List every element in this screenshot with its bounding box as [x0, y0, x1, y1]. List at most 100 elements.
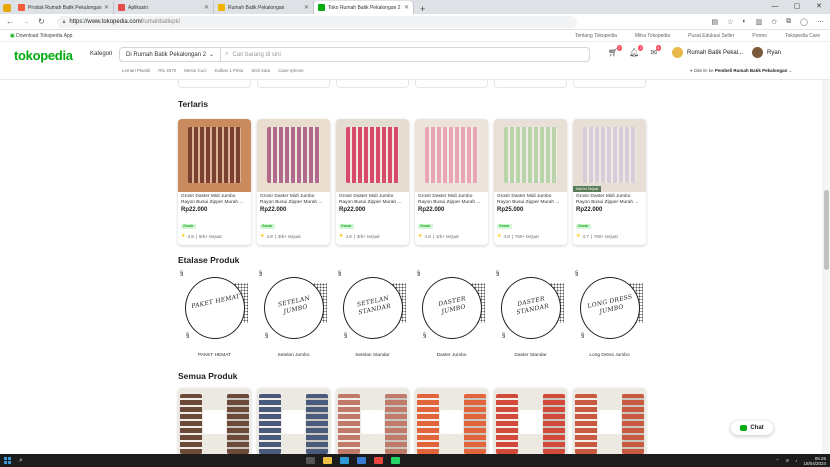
etalase-image[interactable]: § § DASTER STANDAR [494, 271, 567, 347]
search-input[interactable]: ⌕ Cari barang di sini [221, 51, 281, 58]
forward-icon[interactable]: → [22, 17, 30, 26]
kategori-button[interactable]: Kategori [90, 51, 112, 57]
search-bar[interactable]: Di Rumah Batik Pekalongan 2 ⌄ ⌕ Cari baran… [119, 47, 590, 62]
product-image[interactable] [257, 388, 330, 454]
split-screen-icon[interactable]: ▥ [756, 18, 763, 26]
back-icon[interactable]: ← [6, 17, 14, 26]
product-image[interactable] [573, 388, 646, 454]
quick-link[interactable]: Rtx 4070 [158, 68, 176, 73]
top-link[interactable]: Mitra Tokopedia [635, 33, 670, 39]
quick-link[interactable]: Lemari Plastik [122, 68, 150, 73]
top-link[interactable]: Promo [752, 33, 767, 39]
volume-icon[interactable]: ♪ [795, 458, 797, 463]
browser-profile-icon[interactable] [0, 1, 14, 14]
product-card[interactable]: Grosir Daster Midi Jumbo Rayon Busui Zip… [257, 119, 330, 245]
tokopedia-logo[interactable]: tokopedia [14, 48, 73, 63]
cart-icon[interactable]: 🛒︎ 2 [608, 45, 623, 57]
chat-button[interactable]: Chat [731, 421, 773, 435]
windows-start-icon[interactable] [4, 457, 11, 464]
minimize-icon[interactable]: — [764, 0, 786, 14]
product-card[interactable]: Grosir Daster Midi Jumbo Rayon Busui Zip… [415, 119, 488, 245]
etalase-image[interactable]: § § DASTER JUMBO [415, 271, 488, 347]
reload-icon[interactable]: ↻ [38, 17, 45, 26]
url-input[interactable]: 🔒︎ https://www.tokopedia.com/rumahbatikp… [56, 15, 577, 28]
product-image[interactable] [494, 388, 567, 454]
bookmark-download-app[interactable]: ▣ Download Tokopedia App [10, 33, 72, 39]
whatsapp-icon[interactable] [390, 457, 400, 464]
tab-close-icon[interactable]: ✕ [204, 4, 209, 11]
etalase-image[interactable]: § § SETELAN STANDAR [336, 271, 409, 347]
product-card[interactable]: Hari ini Terjual Grosir Daster Midi Jumbo… [573, 119, 646, 245]
product-card[interactable] [336, 388, 409, 454]
etalase-image[interactable]: § § SETELAN JUMBO [257, 271, 330, 347]
shop-menu[interactable]: Rumah Batik Pekal... [672, 47, 743, 58]
notification-icon[interactable]: 🔔︎ 2 [629, 45, 644, 57]
quick-link[interactable]: Case Iphone [278, 68, 304, 73]
product-card[interactable]: Grosir Daster Midi Jumbo Rayon Busui Zip… [178, 119, 251, 245]
tab-close-icon[interactable]: ✕ [404, 4, 409, 11]
product-image[interactable] [178, 388, 251, 454]
product-image[interactable] [336, 119, 409, 192]
tab-close-icon[interactable]: ✕ [104, 4, 109, 11]
taskbar-clock[interactable]: 09.26 18/04/2024 [803, 456, 826, 466]
favorites-icon[interactable]: ✩ [771, 18, 777, 26]
quick-link[interactable]: Mesin Cuci [184, 68, 206, 73]
favorite-star-icon[interactable]: ☆ [727, 18, 733, 26]
etalase-image[interactable]: § § PAKET HEMAT [178, 271, 251, 347]
browser-tab[interactable]: Produk Rumah Batik Pekalongan ✕ [14, 1, 114, 14]
browser-tab[interactable]: Aplikasin ✕ [114, 1, 214, 14]
product-image[interactable]: Hari ini Terjual [573, 119, 646, 192]
browser-tab-active[interactable]: Toko Rumah Batik Pekalongan 2 ✕ [314, 1, 414, 14]
tab-close-icon[interactable]: ✕ [304, 4, 309, 11]
collections-icon[interactable]: ⧉ [786, 18, 791, 26]
etalase-image[interactable]: § § LONG DRESS JUMBO [573, 271, 646, 347]
tray-chevron-icon[interactable]: ⌃ [776, 458, 780, 464]
delivery-location[interactable]: ⌖ Dikirim ke Pembeli Rumah Batik Pekalon… [690, 68, 792, 74]
product-card[interactable] [494, 388, 567, 454]
top-link[interactable]: Tokopedia Care [785, 33, 820, 39]
product-image[interactable] [336, 388, 409, 454]
browser-tab[interactable]: Rumah Batik Pekalongan ✕ [214, 1, 314, 14]
reader-icon[interactable]: ▤ [712, 18, 719, 26]
user-menu[interactable]: Ryan [752, 47, 781, 58]
product-image[interactable] [494, 119, 567, 192]
maximize-icon[interactable]: ▢ [786, 0, 808, 14]
etalase-item[interactable]: § § SETELAN JUMBO Setelan Jumbo [257, 271, 330, 358]
curl-ornament-icon: § [338, 271, 342, 277]
product-card[interactable] [573, 388, 646, 454]
top-link[interactable]: Pusat Edukasi Seller [688, 33, 734, 39]
edge-browser-icon[interactable] [339, 457, 349, 464]
product-card[interactable]: Grosir Daster Midi Jumbo Rayon Busui Zip… [494, 119, 567, 245]
etalase-item[interactable]: § § DASTER JUMBO Daster Jumbo [415, 271, 488, 358]
search-scope-dropdown[interactable]: Di Rumah Batik Pekalongan 2 ⌄ [120, 48, 222, 61]
etalase-item[interactable]: § § DASTER STANDAR Daster Standar [494, 271, 567, 358]
top-link[interactable]: Tentang Tokopedia [575, 33, 617, 39]
taskbar-search-icon[interactable]: ⌕ [19, 457, 23, 465]
new-tab-icon[interactable]: + [414, 4, 431, 14]
etalase-item[interactable]: § § LONG DRESS JUMBO Long Dress Jumbo [573, 271, 646, 358]
sold-count: 750+ terjual [514, 233, 539, 239]
etalase-item[interactable]: § § SETELAN STANDAR Setelan Standar [336, 271, 409, 358]
product-card[interactable] [415, 388, 488, 454]
product-image[interactable] [415, 388, 488, 454]
quick-link[interactable]: Kulkas 1 Pintu [215, 68, 244, 73]
extension-icon[interactable]: ◐ [742, 18, 746, 26]
chrome-icon[interactable] [373, 457, 383, 464]
inbox-icon[interactable]: ✉︎ 4 [650, 45, 662, 57]
file-explorer-icon[interactable] [322, 457, 332, 464]
more-icon[interactable]: ⋯ [817, 18, 824, 26]
quick-link[interactable]: Sisil Sata [251, 68, 270, 73]
close-window-icon[interactable]: ✕ [808, 0, 830, 14]
task-view-icon[interactable] [305, 457, 315, 464]
etalase-item[interactable]: § § PAKET HEMAT PAKET HEMAT [178, 271, 251, 358]
store-icon[interactable] [356, 457, 366, 464]
scrollbar-thumb[interactable] [824, 190, 829, 270]
wifi-icon[interactable]: ≋ [785, 458, 789, 464]
product-image[interactable] [257, 119, 330, 192]
product-card[interactable] [257, 388, 330, 454]
product-card[interactable]: Grosir Daster Midi Jumbo Rayon Busui Zip… [336, 119, 409, 245]
product-image[interactable] [415, 119, 488, 192]
product-image[interactable] [178, 119, 251, 192]
product-card[interactable] [178, 388, 251, 454]
profile-icon[interactable]: ◯ [800, 18, 808, 26]
